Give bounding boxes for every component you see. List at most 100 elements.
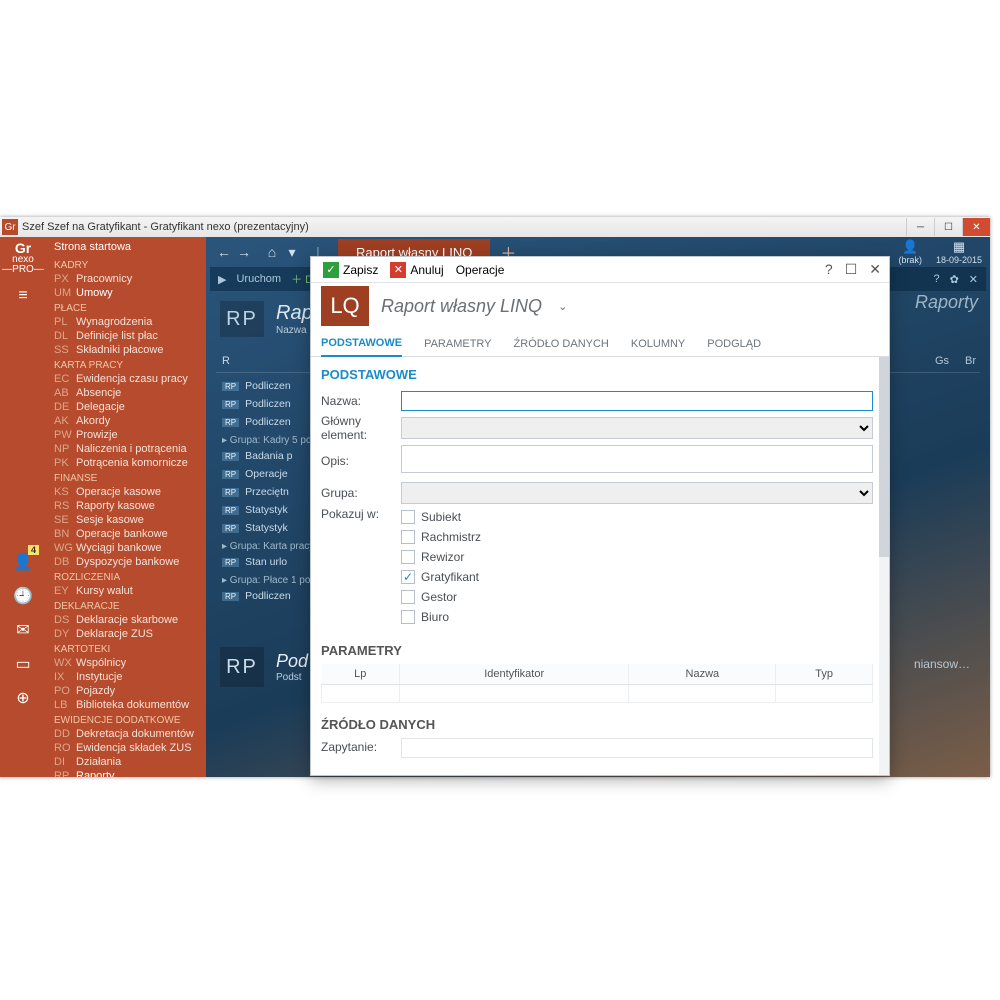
sidebar-item[interactable]: DEDelegacje <box>46 400 206 414</box>
sidebar-item[interactable]: DYDeklaracje ZUS <box>46 627 206 641</box>
rp-badge-icon: RP <box>220 301 264 337</box>
tab-podgląd[interactable]: PODGLĄD <box>707 332 761 356</box>
sidebar-section-header: KADRY <box>46 257 206 272</box>
calendar-icon: ▦ <box>953 239 965 255</box>
dialog-close-icon[interactable]: ✕ <box>869 261 881 278</box>
table-row[interactable] <box>322 685 873 703</box>
checkbox-gratyfikant[interactable]: ✓Gratyfikant <box>401 567 481 587</box>
tab-podstawowe[interactable]: PODSTAWOWE <box>321 331 402 357</box>
nazwa-input[interactable] <box>401 391 873 411</box>
maximize-button[interactable]: ☐ <box>934 218 962 236</box>
sidebar-item[interactable]: IXInstytucje <box>46 670 206 684</box>
sidebar-item[interactable]: ECEwidencja czasu pracy <box>46 372 206 386</box>
checkbox-gestor[interactable]: Gestor <box>401 587 481 607</box>
checkbox-rewizor[interactable]: Rewizor <box>401 547 481 567</box>
save-button[interactable]: ✓Zapisz <box>319 260 382 280</box>
sidebar-item[interactable]: PKPotrącenia komornicze <box>46 456 206 470</box>
rail-cert-icon[interactable]: ▭ <box>3 647 43 681</box>
label-glowny: Główny element: <box>321 414 401 442</box>
panel-close-icon[interactable]: ✕ <box>969 273 978 286</box>
sidebar-section-header: KARTOTEKI <box>46 641 206 656</box>
sidebar-item[interactable]: PLWynagrodzenia <box>46 315 206 329</box>
sidebar-section-header: ROZLICZENIA <box>46 569 206 584</box>
label-opis: Opis: <box>321 454 401 468</box>
forward-icon[interactable]: → <box>234 244 254 260</box>
check-icon: ✓ <box>323 262 339 278</box>
label-pokazuj: Pokazuj w: <box>321 507 401 521</box>
dialog-maximize-icon[interactable]: ☐ <box>845 261 858 278</box>
glowny-select[interactable] <box>401 417 873 439</box>
section-zrodlo: ŹRÓDŁO DANYCH <box>321 703 873 738</box>
grupa-select[interactable] <box>401 482 873 504</box>
back-icon[interactable]: ← <box>214 244 234 260</box>
bg-detail-card: RP Pod Podst <box>220 647 308 687</box>
sidebar-item[interactable]: DIDziałania <box>46 755 206 769</box>
rail-clock-icon[interactable]: 🕘 <box>3 579 43 613</box>
menu-icon[interactable]: ≡ <box>18 287 27 305</box>
sidebar-item[interactable]: DLDefinicje list płac <box>46 329 206 343</box>
rail-globe-icon[interactable]: ⊕ <box>3 681 43 715</box>
sidebar-item[interactable]: AKAkordy <box>46 414 206 428</box>
sidebar-home[interactable]: Strona startowa <box>46 237 206 257</box>
tab-parametry[interactable]: PARAMETRY <box>424 332 491 356</box>
sidebar-item[interactable]: UMUmowy <box>46 286 206 300</box>
help-icon[interactable]: ? <box>933 273 939 286</box>
run-button[interactable]: Uruchom <box>236 273 281 285</box>
dialog-title: Raport własny LINQ <box>381 296 542 317</box>
section-podstawowe: PODSTAWOWE <box>321 365 873 388</box>
sidebar-section-header: DEKLARACJE <box>46 598 206 613</box>
notification-badge: 4 <box>28 545 39 555</box>
checkbox-biuro[interactable]: Biuro <box>401 607 481 627</box>
sidebar-item[interactable]: PXPracownicy <box>46 272 206 286</box>
label-grupa: Grupa: <box>321 486 401 500</box>
chevron-down-icon[interactable]: ⌄ <box>558 300 567 313</box>
rail-people-icon[interactable]: 👤4 <box>3 545 43 579</box>
run-icon[interactable]: ▶ <box>218 273 226 286</box>
operations-button[interactable]: Operacje <box>452 261 509 279</box>
minimize-button[interactable]: ─ <box>906 218 934 236</box>
checkbox-subiekt[interactable]: Subiekt <box>401 507 481 527</box>
home-icon[interactable]: ⌂ <box>262 244 282 260</box>
rail-mail-icon[interactable]: ✉ <box>3 613 43 647</box>
sidebar-item[interactable]: ABAbsencje <box>46 386 206 400</box>
sidebar-item[interactable]: SESesje kasowe <box>46 513 206 527</box>
app-icon: Gr <box>2 219 18 235</box>
opis-textarea[interactable] <box>401 445 873 473</box>
dialog-body: PODSTAWOWE Nazwa: Główny element: Opis: … <box>311 357 889 775</box>
sidebar-item[interactable]: KSOperacje kasowe <box>46 485 206 499</box>
sidebar-item[interactable]: SSSkładniki płacowe <box>46 343 206 357</box>
dialog-tabs: PODSTAWOWE PARAMETRY ŹRÓDŁO DANYCH KOLUMNY P… <box>311 329 889 357</box>
settings-icon[interactable]: ✿ <box>950 273 959 286</box>
sidebar-item[interactable]: RPRaporty <box>46 769 206 777</box>
tab-kolumny[interactable]: KOLUMNY <box>631 332 685 356</box>
chevron-down-icon[interactable]: ▾ <box>282 244 302 261</box>
bg-right-text: niansow… <box>914 657 970 671</box>
sidebar-item[interactable]: DBDyspozycje bankowe <box>46 555 206 569</box>
cancel-button[interactable]: ✕Anuluj <box>386 260 447 280</box>
sidebar-item[interactable]: NPNaliczenia i potrącenia <box>46 442 206 456</box>
column-header: Identyfikator <box>399 664 629 685</box>
sidebar-item[interactable]: DSDeklaracje skarbowe <box>46 613 206 627</box>
sidebar-item[interactable]: EYKursy walut <box>46 584 206 598</box>
sidebar-item[interactable]: WXWspólnicy <box>46 656 206 670</box>
sidebar-item[interactable]: LBBiblioteka dokumentów <box>46 698 206 712</box>
tab-źródło danych[interactable]: ŹRÓDŁO DANYCH <box>514 332 609 356</box>
sidebar-item[interactable]: BNOperacje bankowe <box>46 527 206 541</box>
sidebar-item[interactable]: RSRaporty kasowe <box>46 499 206 513</box>
sidebar-item[interactable]: POPojazdy <box>46 684 206 698</box>
window-title: Szef Szef na Gratyfikant - Gratyfikant n… <box>22 221 906 233</box>
sidebar-item[interactable]: PWProwizje <box>46 428 206 442</box>
scrollbar-thumb[interactable] <box>879 357 889 557</box>
checkbox-rachmistrz[interactable]: Rachmistrz <box>401 527 481 547</box>
dialog-header: LQ Raport własny LINQ ⌄ <box>311 283 889 329</box>
close-button[interactable]: ✕ <box>962 218 990 236</box>
report-dialog: ✓Zapisz ✕Anuluj Operacje ? ☐ ✕ LQ Raport… <box>310 256 890 776</box>
sidebar-section-header: PŁACE <box>46 300 206 315</box>
user-indicator[interactable]: 👤(brak) <box>898 239 922 265</box>
sidebar-item[interactable]: WGWyciągi bankowe <box>46 541 206 555</box>
sidebar-item[interactable]: ROEwidencja składek ZUS <box>46 741 206 755</box>
sidebar-item[interactable]: DDDekretacja dokumentów <box>46 727 206 741</box>
dialog-help-icon[interactable]: ? <box>825 261 833 278</box>
zapytanie-textarea[interactable] <box>401 738 873 758</box>
date-indicator[interactable]: ▦18-09-2015 <box>936 239 982 265</box>
